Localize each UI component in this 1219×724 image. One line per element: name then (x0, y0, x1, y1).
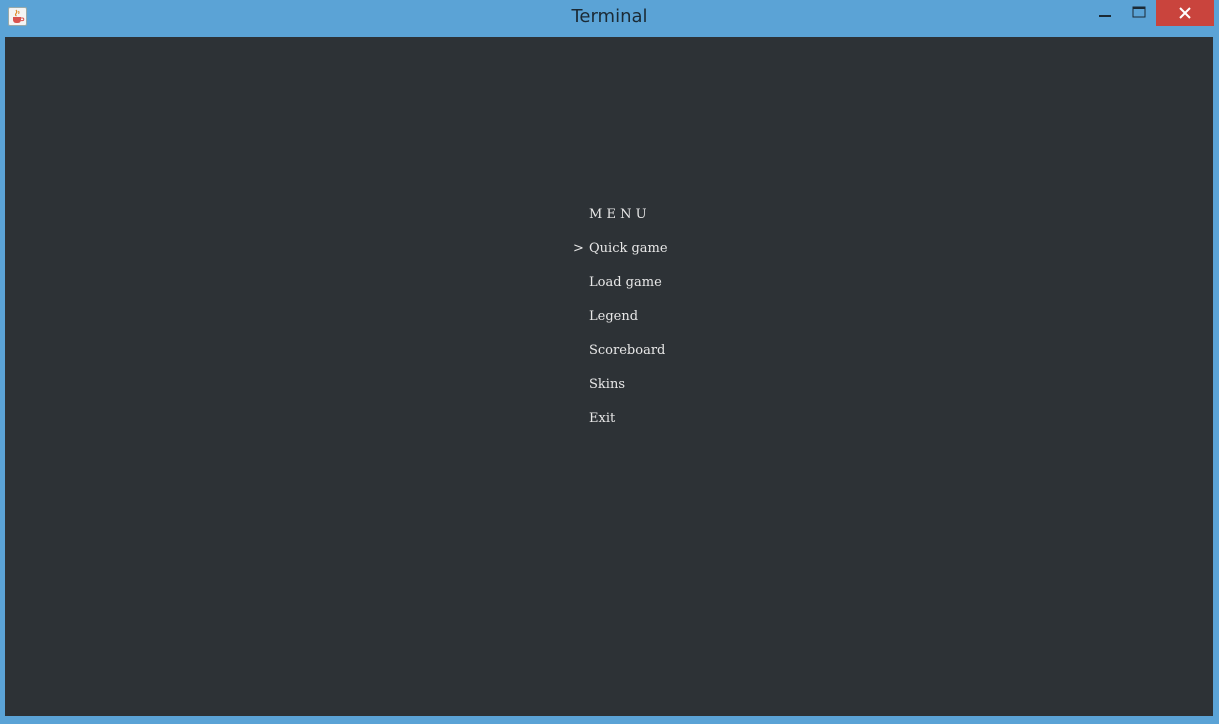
menu-item-skins[interactable]: Skins (589, 377, 625, 393)
terminal-screen[interactable]: M E N U > Quick game Load game Legend Sc… (5, 37, 1213, 716)
minimize-icon (1099, 15, 1111, 17)
close-button[interactable] (1156, 0, 1214, 26)
maximize-icon (1132, 6, 1146, 18)
selection-cursor: > (573, 241, 584, 256)
terminal-window: Terminal M E N U > Quick game Load game … (0, 0, 1219, 724)
menu-item-exit[interactable]: Exit (589, 411, 615, 427)
maximize-button[interactable] (1124, 0, 1154, 26)
main-menu: M E N U > Quick game Load game Legend Sc… (5, 37, 1213, 716)
window-title: Terminal (571, 6, 648, 27)
menu-item-load-game[interactable]: Load game (589, 275, 662, 291)
minimize-button[interactable] (1090, 0, 1120, 26)
title-bar[interactable]: Terminal (0, 0, 1219, 36)
menu-item-legend[interactable]: Legend (589, 309, 638, 325)
close-icon (1179, 7, 1191, 19)
menu-item-scoreboard[interactable]: Scoreboard (589, 343, 665, 359)
menu-item-quick-game[interactable]: Quick game (589, 241, 668, 257)
menu-heading: M E N U (589, 207, 647, 222)
